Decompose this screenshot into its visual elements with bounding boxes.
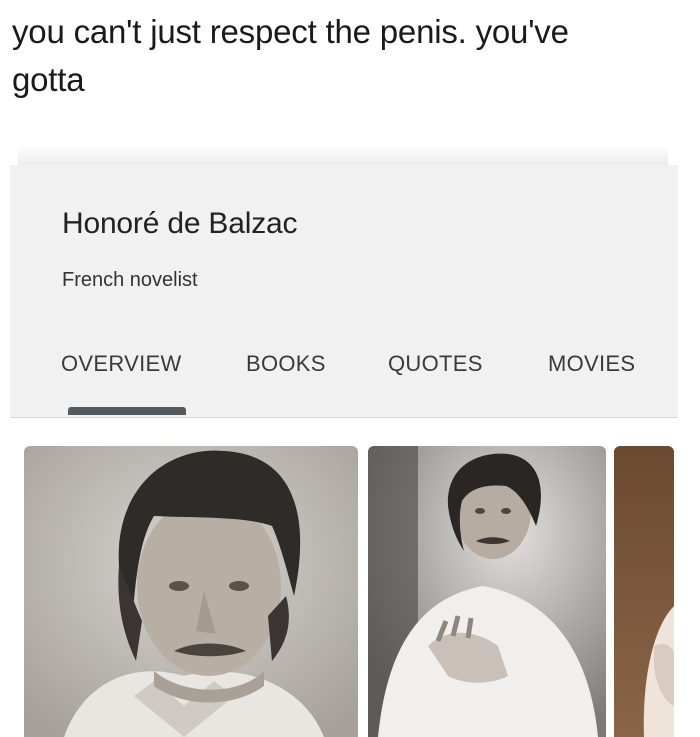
tab-overview[interactable]: OVERVIEW (61, 351, 182, 377)
meme-caption: you can't just respect the penis. you've… (12, 8, 692, 104)
active-tab-indicator (68, 407, 186, 415)
entity-subtitle: French novelist (62, 269, 198, 291)
tab-quotes[interactable]: QUOTES (388, 351, 483, 377)
portrait-image-3[interactable] (614, 446, 674, 737)
image-gallery (0, 446, 700, 737)
knowledge-panel: Honoré de Balzac French novelist OVERVIE… (10, 165, 678, 418)
portrait-image-2[interactable] (368, 446, 606, 737)
card-shadow (18, 145, 668, 165)
caption-line-2: gotta (12, 61, 85, 98)
panel-tabs: OVERVIEW BOOKS QUOTES MOVIES (10, 351, 678, 391)
entity-title[interactable]: Honoré de Balzac (62, 207, 297, 241)
portrait-image-1[interactable] (24, 446, 358, 737)
caption-line-1: you can't just respect the penis. you've (12, 13, 569, 50)
tab-books[interactable]: BOOKS (246, 351, 326, 377)
tab-movies[interactable]: MOVIES (548, 351, 635, 377)
